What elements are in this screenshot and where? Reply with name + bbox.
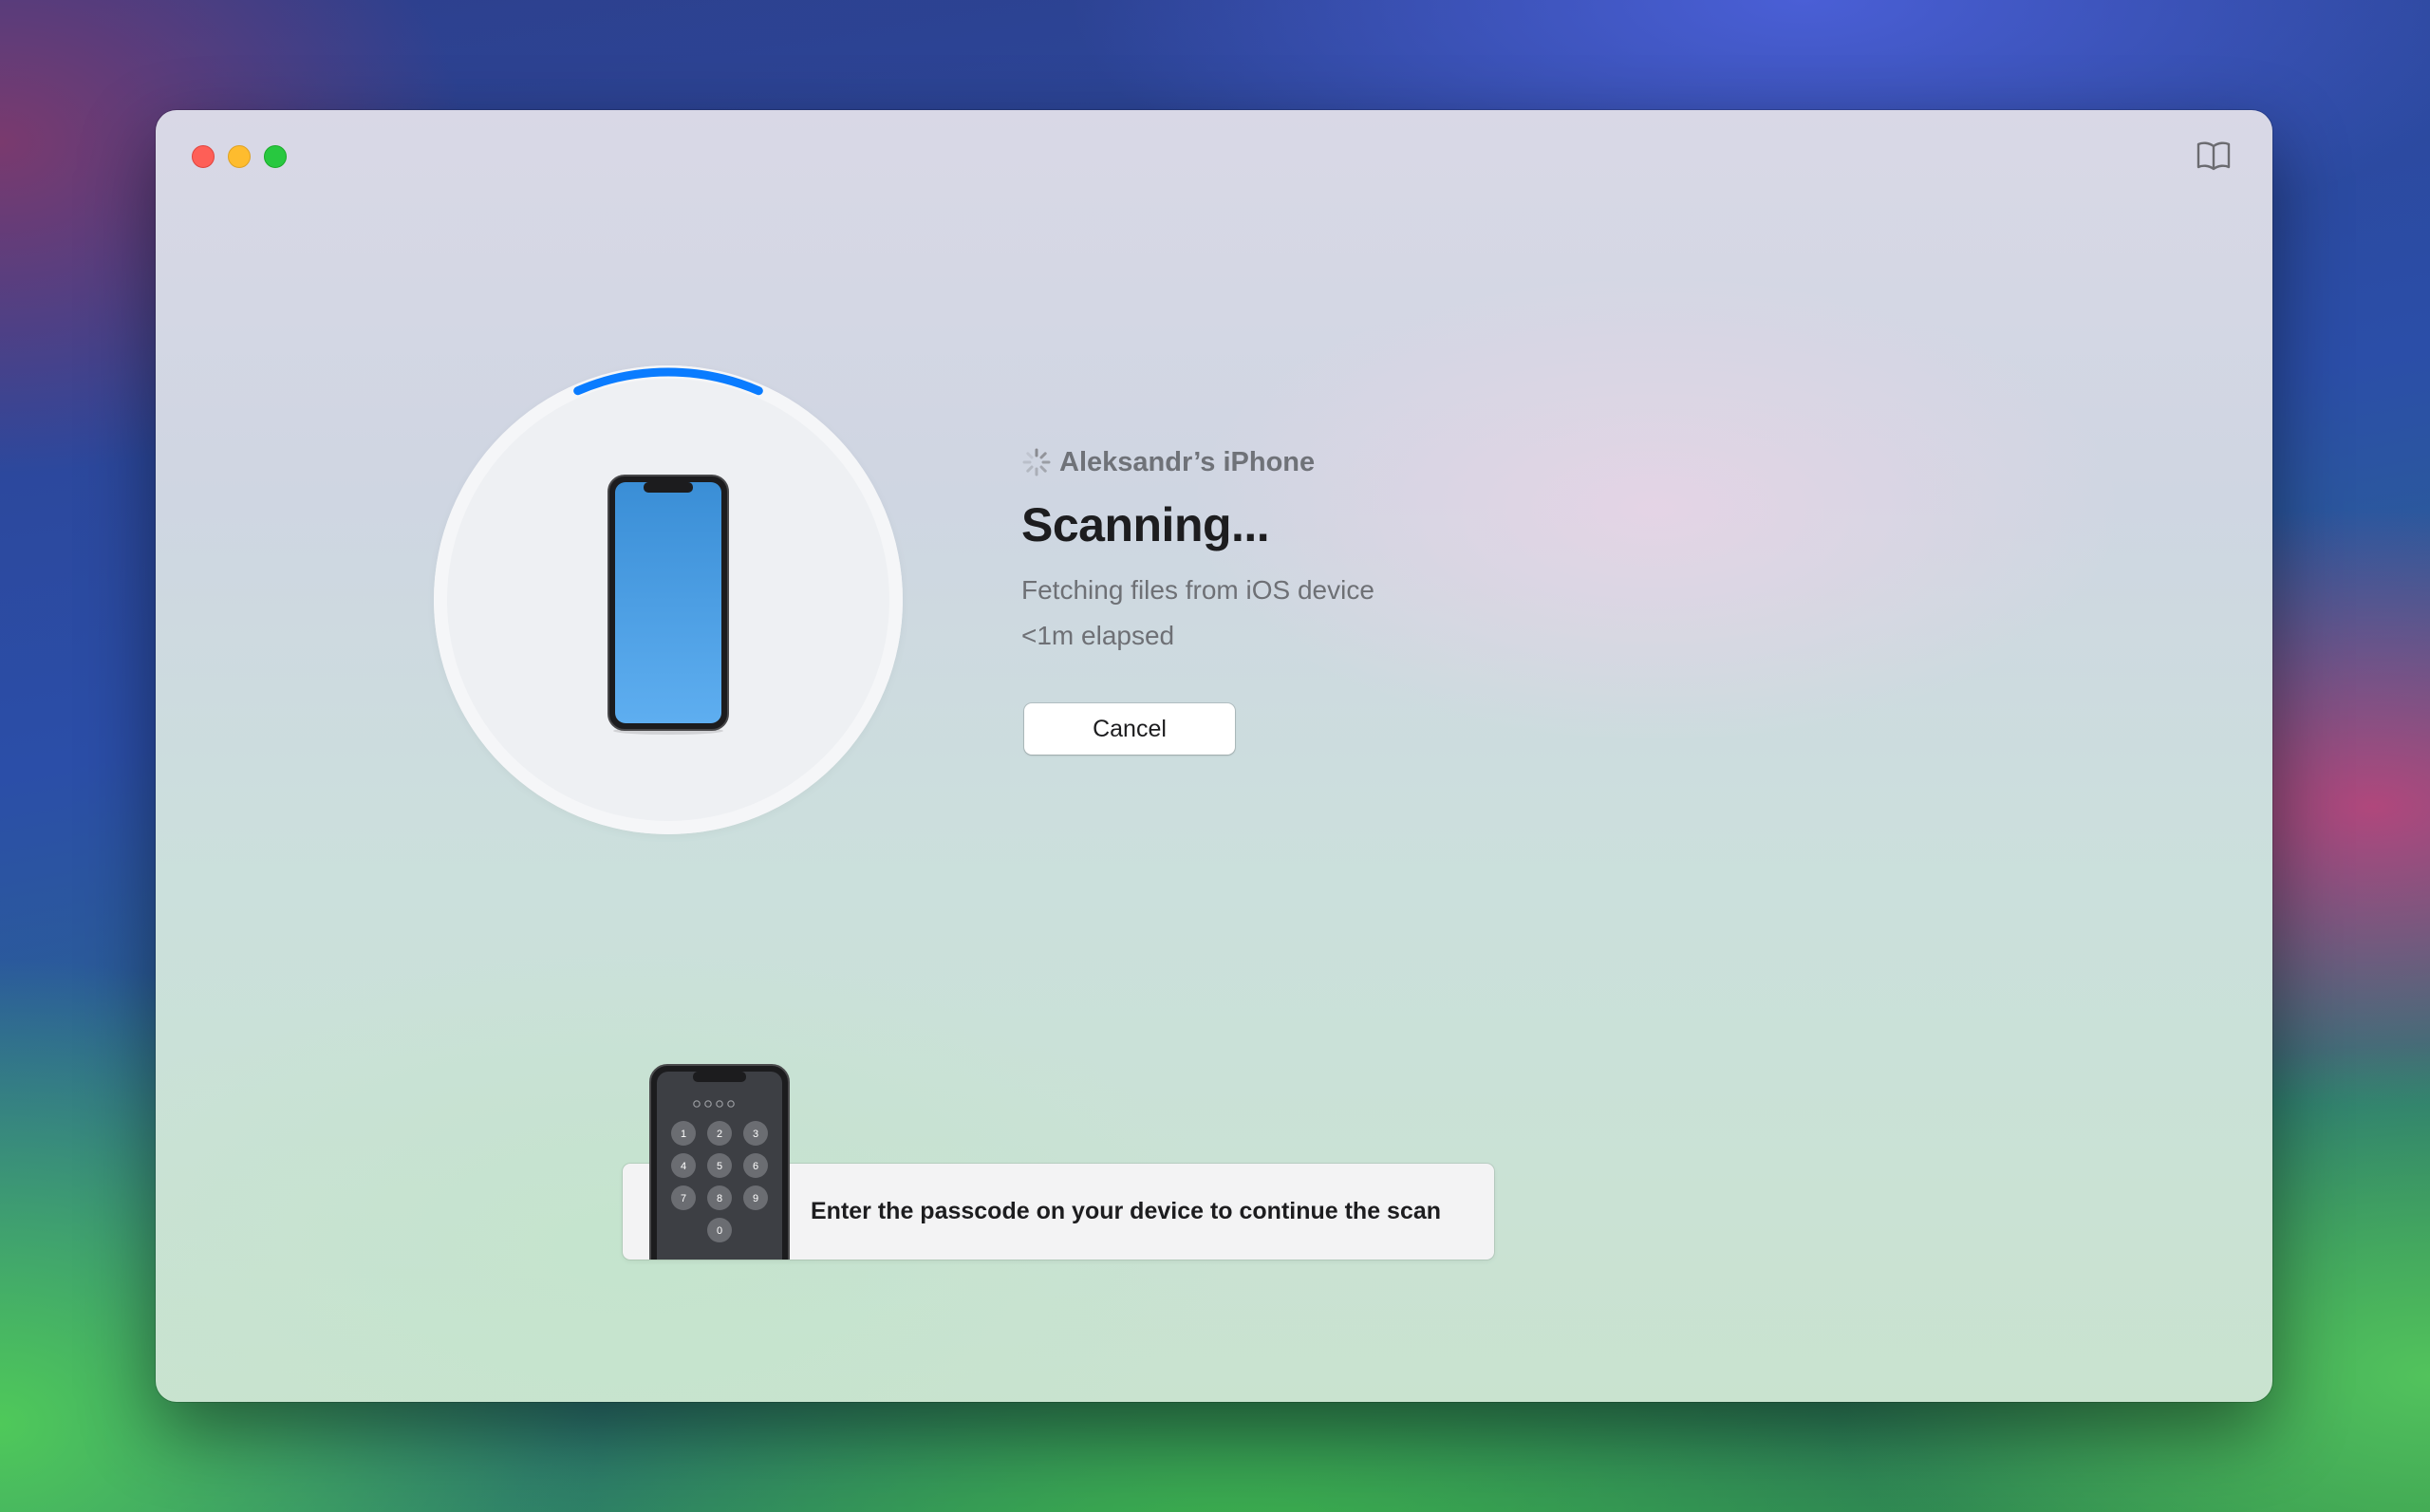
device-label: Aleksandr’s iPhone (1021, 443, 1315, 481)
scan-status-text: Fetching files from iOS device (1021, 575, 1374, 605)
keypad-key-label: 3 (753, 1129, 758, 1140)
elapsed-time-text: <1m elapsed (1021, 621, 1175, 650)
minimize-window-button[interactable] (228, 145, 251, 168)
iphone-illustration (608, 475, 729, 735)
keypad-key-label: 9 (753, 1193, 758, 1204)
keypad-key-label: 2 (717, 1129, 722, 1140)
zoom-window-button[interactable] (264, 145, 287, 168)
keypad-key-label: 8 (717, 1193, 722, 1204)
keypad-key-label: 6 (753, 1161, 758, 1172)
passcode-prompt-message: Enter the passcode on your device to con… (811, 1198, 1442, 1224)
close-window-button[interactable] (192, 145, 215, 168)
passcode-keypad-illustration: 1 2 3 4 5 6 7 8 9 0 (649, 1064, 790, 1260)
keypad-key-label: 7 (681, 1193, 686, 1204)
progress-arc (573, 367, 763, 396)
scan-title: Scanning... (1021, 498, 1270, 551)
keypad-key-label: 5 (717, 1161, 722, 1172)
spinner-icon (1022, 448, 1051, 476)
device-name: Aleksandr’s iPhone (1059, 446, 1316, 477)
book-open-icon[interactable] (2195, 139, 2233, 173)
keypad-key-label: 4 (681, 1161, 686, 1172)
keypad-key-label: 1 (681, 1129, 686, 1140)
keypad-key-label: 0 (717, 1225, 722, 1237)
cancel-button[interactable]: Cancel (1024, 703, 1235, 755)
